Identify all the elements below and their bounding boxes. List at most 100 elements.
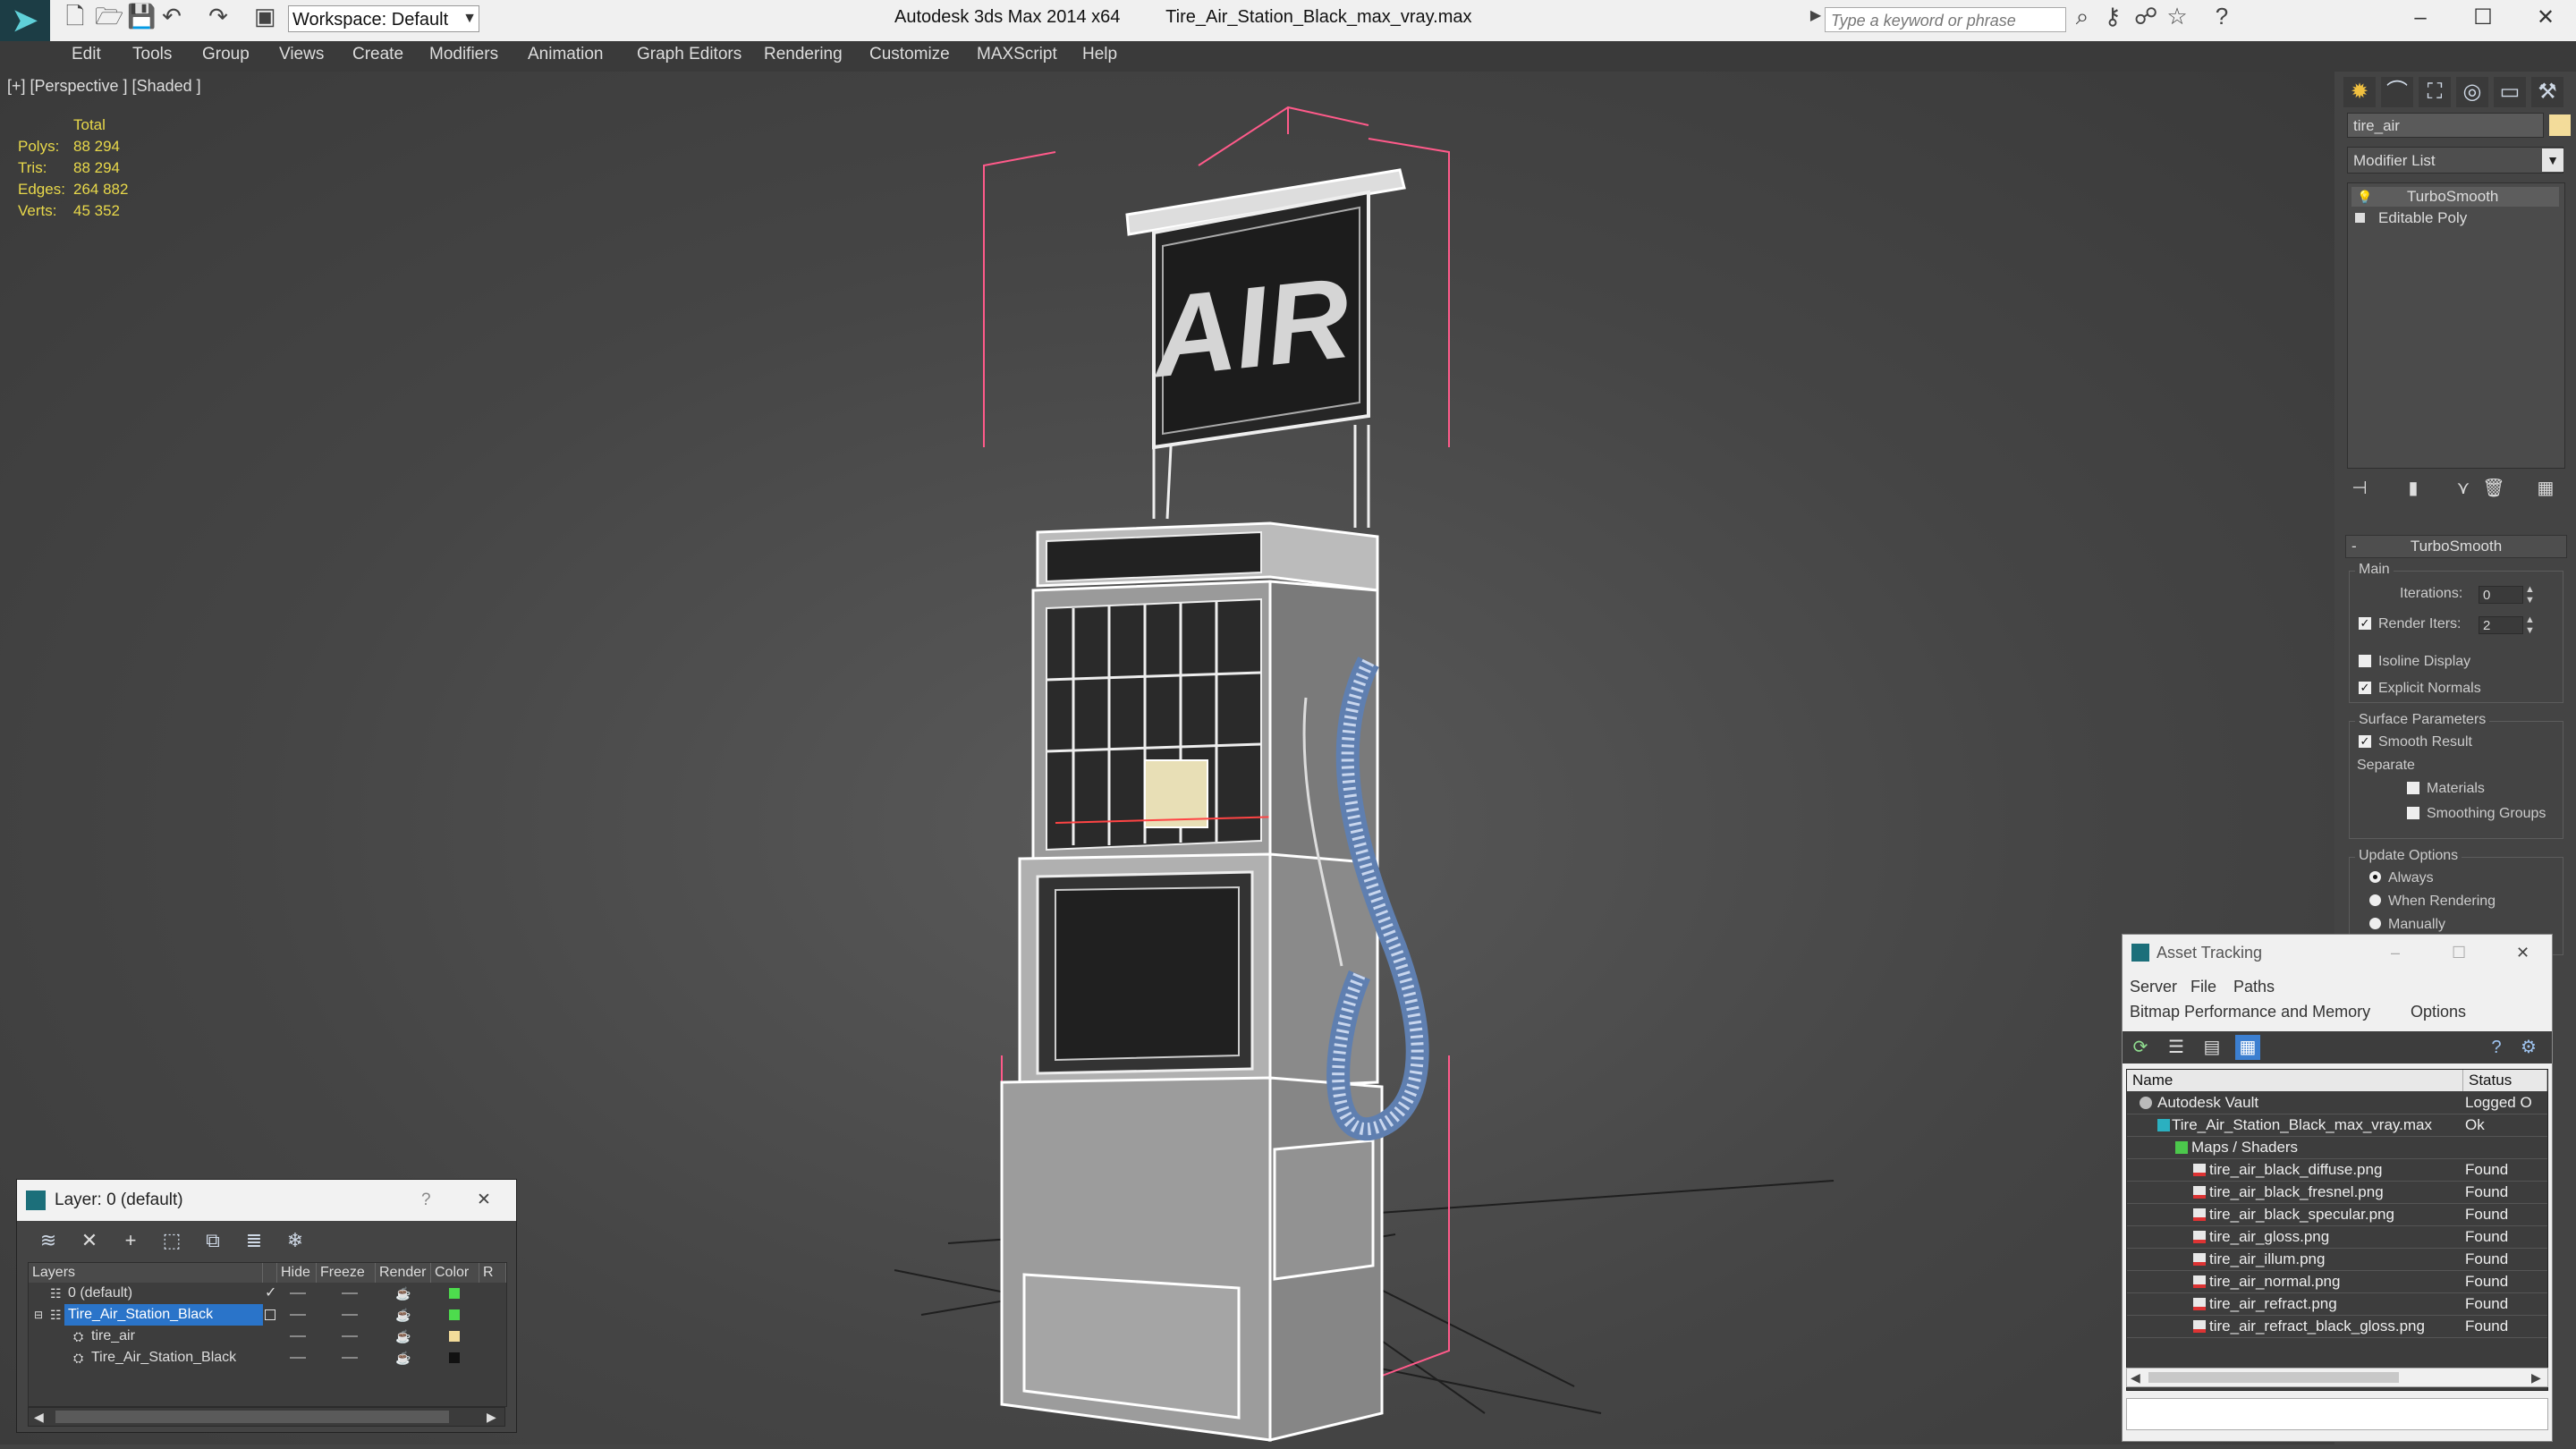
menu-options[interactable]: Options	[2411, 1003, 2466, 1021]
freeze-toggle[interactable]	[342, 1314, 358, 1316]
favorites-star-icon[interactable]: ☆	[2166, 4, 2188, 28]
menu-graph-editors[interactable]: Graph Editors	[637, 45, 741, 64]
pin-stack-icon[interactable]: ⊣	[2347, 476, 2372, 501]
undo-icon[interactable]: ↶	[161, 4, 182, 28]
layer-color-swatch[interactable]	[449, 1309, 460, 1320]
materials-row[interactable]: Materials	[2407, 781, 2485, 797]
asset-row[interactable]: tire_air_black_specular.png Found	[2127, 1203, 2547, 1226]
new-file-icon[interactable]: 🗋	[64, 4, 86, 28]
asset-row[interactable]: Tire_Air_Station_Black_max_vray.max Ok	[2127, 1114, 2547, 1137]
iterations-spinner[interactable]: 0	[2479, 586, 2523, 604]
scroll-right-icon[interactable]: ▶	[2531, 1368, 2541, 1386]
menu-modifiers[interactable]: Modifiers	[429, 45, 498, 64]
menu-views[interactable]: Views	[279, 45, 324, 64]
help-button[interactable]: ?	[421, 1180, 431, 1221]
minimize-button[interactable]: –	[2391, 935, 2400, 970]
menu-animation[interactable]: Animation	[528, 45, 604, 64]
scroll-left-icon[interactable]: ◀	[34, 1408, 44, 1426]
menu-file[interactable]: File	[2190, 978, 2216, 996]
layer-color-swatch[interactable]	[449, 1288, 460, 1299]
column-layers[interactable]: Layers	[29, 1263, 263, 1283]
menu-customize[interactable]: Customize	[869, 45, 950, 64]
menu-create[interactable]: Create	[352, 45, 403, 64]
binoculars-icon[interactable]: ⌕	[2072, 4, 2093, 28]
menu-maxscript[interactable]: MAXScript	[977, 45, 1057, 64]
help-icon[interactable]: ?	[2211, 4, 2233, 28]
always-radio-row[interactable]: Always	[2369, 870, 2434, 886]
layer-row[interactable]: ⛭ Tire_Air_Station_Black ☕	[29, 1347, 506, 1368]
render-teapot-icon[interactable]: ☕	[395, 1326, 411, 1347]
freeze-toggle[interactable]	[342, 1357, 358, 1359]
project-folder-icon[interactable]: ▣	[254, 4, 276, 28]
layer-row[interactable]: ☷ 0 (default) ✓ ☕	[29, 1283, 506, 1304]
spinner-arrows-icon[interactable]: ▲ ▼	[2525, 584, 2535, 606]
remove-modifier-icon[interactable]: 🗑	[2481, 476, 2506, 501]
hide-toggle[interactable]	[290, 1314, 306, 1316]
asset-row[interactable]: tire_air_black_fresnel.png Found	[2127, 1181, 2547, 1204]
close-button[interactable]: ✕	[2516, 935, 2529, 970]
hide-toggle[interactable]	[290, 1292, 306, 1294]
list-view-icon[interactable]: ☰	[2164, 1035, 2189, 1060]
render-teapot-icon[interactable]: ☕	[395, 1347, 411, 1368]
radio-selected-icon[interactable]	[2369, 871, 2381, 884]
table-view-icon[interactable]: ▦	[2235, 1035, 2260, 1060]
checkbox-checked-icon[interactable]: ✓	[2359, 681, 2371, 694]
hierarchy-tab-icon[interactable]: ⛶	[2419, 77, 2451, 107]
chevron-down-icon[interactable]: ▼	[2542, 148, 2563, 172]
make-unique-icon[interactable]: ⋎	[2451, 476, 2476, 501]
delete-layer-icon[interactable]: ✕	[76, 1228, 103, 1253]
expand-search-icon[interactable]: ▶	[1805, 5, 1826, 27]
checkbox-checked-icon[interactable]: ✓	[2359, 616, 2371, 630]
freeze-toggle[interactable]	[342, 1335, 358, 1337]
search-input[interactable]: Type a keyword or phrase	[1825, 7, 2066, 32]
current-layer-box-icon[interactable]	[265, 1309, 275, 1320]
asset-row[interactable]: tire_air_illum.png Found	[2127, 1248, 2547, 1271]
explicit-normals-row[interactable]: ✓ Explicit Normals	[2359, 681, 2481, 697]
freeze-all-icon[interactable]: ❄	[282, 1228, 309, 1253]
menu-paths[interactable]: Paths	[2233, 978, 2275, 996]
horizontal-scrollbar[interactable]: ◀ ▶	[2126, 1368, 2548, 1387]
asset-row[interactable]: Autodesk Vault Logged O	[2127, 1091, 2547, 1114]
display-tab-icon[interactable]: ▭	[2494, 77, 2526, 107]
radio-icon[interactable]	[2369, 894, 2381, 907]
column-color[interactable]: Color	[431, 1263, 479, 1283]
column-radiosity[interactable]: R	[479, 1263, 506, 1283]
column-name[interactable]: Name	[2127, 1070, 2463, 1091]
menu-edit[interactable]: Edit	[72, 45, 101, 64]
when-rendering-radio-row[interactable]: When Rendering	[2369, 894, 2496, 910]
key-icon[interactable]: ⚷	[2102, 4, 2123, 28]
configure-sets-icon[interactable]: ▦	[2533, 476, 2558, 501]
smoothing-groups-row[interactable]: Smoothing Groups	[2407, 806, 2546, 822]
open-file-icon[interactable]: 🗁	[95, 4, 123, 28]
spinner-arrows-icon[interactable]: ▲ ▼	[2525, 614, 2535, 636]
render-teapot-icon[interactable]: ☕	[395, 1304, 411, 1326]
workspace-dropdown[interactable]: Workspace: Default	[288, 5, 479, 32]
asset-row[interactable]: tire_air_refract_black_gloss.png Found	[2127, 1315, 2547, 1338]
rollout-title[interactable]: - TurboSmooth	[2345, 535, 2567, 558]
select-objects-icon[interactable]: ⬚	[158, 1228, 185, 1253]
layer-color-swatch[interactable]	[449, 1331, 460, 1342]
maximize-button[interactable]: ☐	[2465, 5, 2501, 30]
show-end-result-icon[interactable]: ▮	[2401, 476, 2426, 501]
menu-rendering[interactable]: Rendering	[764, 45, 843, 64]
scroll-left-icon[interactable]: ◀	[2131, 1368, 2140, 1386]
menu-tools[interactable]: Tools	[132, 45, 172, 64]
layer-color-swatch[interactable]	[449, 1352, 460, 1363]
add-to-layer-icon[interactable]: +	[117, 1228, 144, 1253]
maximize-button[interactable]: ☐	[2452, 935, 2466, 970]
save-icon[interactable]: 💾	[127, 4, 156, 28]
layers-icon[interactable]: ≋	[35, 1228, 62, 1253]
radio-icon[interactable]	[2369, 918, 2381, 930]
asset-row[interactable]: tire_air_normal.png Found	[2127, 1270, 2547, 1293]
highlight-layer-icon[interactable]: ⧉	[199, 1228, 226, 1253]
current-layer-check-icon[interactable]: ✓	[265, 1283, 276, 1304]
object-color-swatch[interactable]	[2549, 114, 2571, 136]
manually-radio-row[interactable]: Manually	[2369, 917, 2445, 933]
checkbox-icon[interactable]	[2359, 654, 2371, 667]
column-hide[interactable]: Hide	[277, 1263, 317, 1283]
column-status[interactable]: Status	[2463, 1070, 2547, 1091]
render-iters-spinner[interactable]: 2	[2479, 616, 2523, 634]
chevron-down-icon[interactable]: ▼	[460, 7, 479, 30]
asset-row[interactable]: tire_air_black_diffuse.png Found	[2127, 1158, 2547, 1182]
collapse-icon[interactable]: -	[2351, 536, 2357, 557]
